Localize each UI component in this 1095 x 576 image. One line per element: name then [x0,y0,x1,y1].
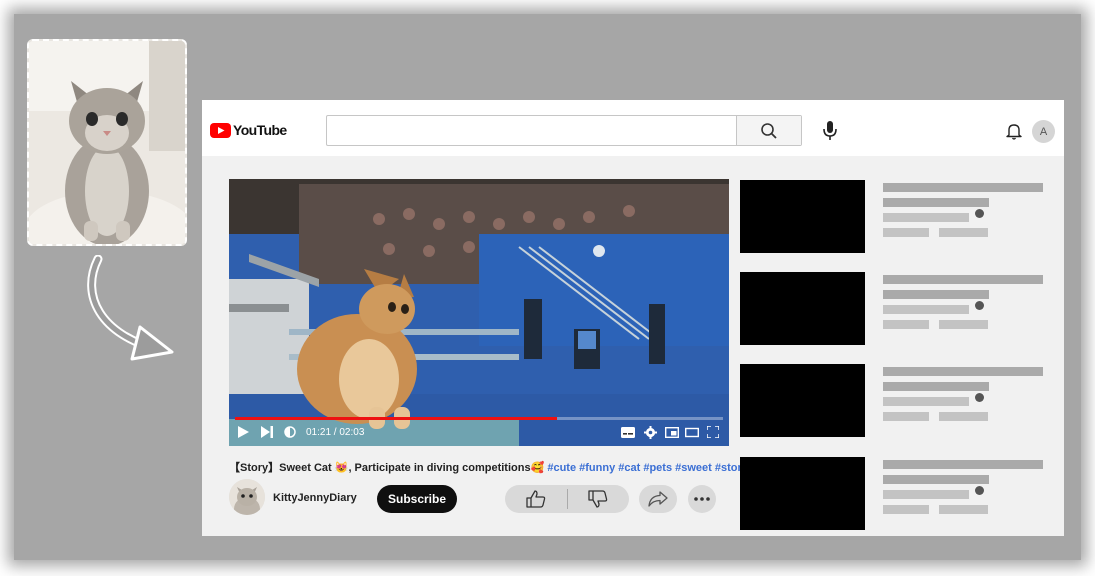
recommendation-meta-line [883,412,929,421]
subtitles-icon[interactable] [621,427,635,438]
recommendation-meta-line [939,505,988,514]
subscribe-button[interactable]: Subscribe [377,485,457,513]
voice-search-button[interactable] [818,119,842,143]
recommendation-card[interactable] [740,180,1064,254]
share-icon [648,491,668,507]
time-display: 01:21 / 02:03 [306,427,365,438]
time-current: 01:21 [306,427,332,438]
logo-text: YouTube [233,122,287,138]
share-button[interactable] [639,485,677,513]
search-input[interactable] [327,116,743,145]
recommendation-title-line [883,460,1043,469]
recommendation-card[interactable] [740,272,1064,346]
recommendation-meta-line [883,228,929,237]
recommendation-title-line [883,382,989,391]
recommendation-thumbnail[interactable] [740,180,865,253]
verified-icon [975,486,984,495]
curved-arrow-icon [87,255,174,361]
notifications-button[interactable] [1004,121,1024,141]
settings-icon[interactable] [644,426,657,439]
next-icon[interactable] [261,426,273,438]
time-total: 02:03 [339,427,365,438]
video-frame [229,179,729,446]
recommendation-thumbnail[interactable] [740,272,865,345]
recommendation-title-line [883,367,1043,376]
recommendation-thumbnail[interactable] [740,457,865,530]
like-button[interactable] [505,485,567,513]
recommendation-card[interactable] [740,457,1064,531]
account-avatar[interactable]: A [1032,120,1055,143]
video-title-text: 【Story】Sweet Cat 😻, Participate in divin… [229,462,548,474]
recommendation-meta-line [939,320,988,329]
recommendation-channel-line [883,213,969,222]
video-title: 【Story】Sweet Cat 😻, Participate in divin… [229,459,748,475]
search-button[interactable] [736,116,801,145]
recommendation-title-line [883,275,1043,284]
top-bar: YouTube A [202,100,1064,156]
channel-name[interactable]: KittyJennyDiary [273,492,357,504]
miniplayer-icon[interactable] [665,427,679,438]
search-icon [761,122,777,139]
recommendation-title-line [883,183,1043,192]
recommendation-meta-line [939,228,988,237]
more-actions-button[interactable] [688,485,716,513]
recommendation-thumbnail[interactable] [740,364,865,437]
microphone-icon [823,121,837,140]
thumbs-up-icon [526,490,546,508]
player-controls: 01:21 / 02:03 [229,416,729,446]
recommendation-channel-line [883,305,969,314]
video-hashtags[interactable]: #cute #funny #cat #pets #sweet #story [547,462,748,474]
like-dislike-bar [505,485,629,513]
recommendation-channel-line [883,397,969,406]
play-icon[interactable] [237,426,249,438]
youtube-logo[interactable]: YouTube [210,122,287,138]
verified-icon [975,209,984,218]
recommendation-meta-line [939,412,988,421]
thumbs-down-icon [588,490,608,508]
dislike-button[interactable] [567,485,629,513]
channel-avatar[interactable] [229,479,265,515]
reference-cat-photo [27,39,187,246]
more-icon [694,497,710,501]
verified-icon [975,393,984,402]
youtube-window: YouTube A 01:21 / 02:03 【Story】Sweet Cat… [202,100,1064,536]
recommendation-title-line [883,290,989,299]
theater-icon[interactable] [685,427,699,438]
volume-icon[interactable] [284,426,296,438]
recommendation-meta-line [883,505,929,514]
fullscreen-icon[interactable] [707,426,719,438]
recommendation-meta-line [883,320,929,329]
recommendation-card[interactable] [740,364,1064,438]
youtube-logo-icon [210,122,231,138]
bell-icon [1006,124,1022,140]
recommendation-channel-line [883,490,969,499]
verified-icon [975,301,984,310]
recommendation-title-line [883,198,989,207]
recommendation-title-line [883,475,989,484]
video-player[interactable]: 01:21 / 02:03 [229,179,729,446]
search-box [326,115,802,146]
